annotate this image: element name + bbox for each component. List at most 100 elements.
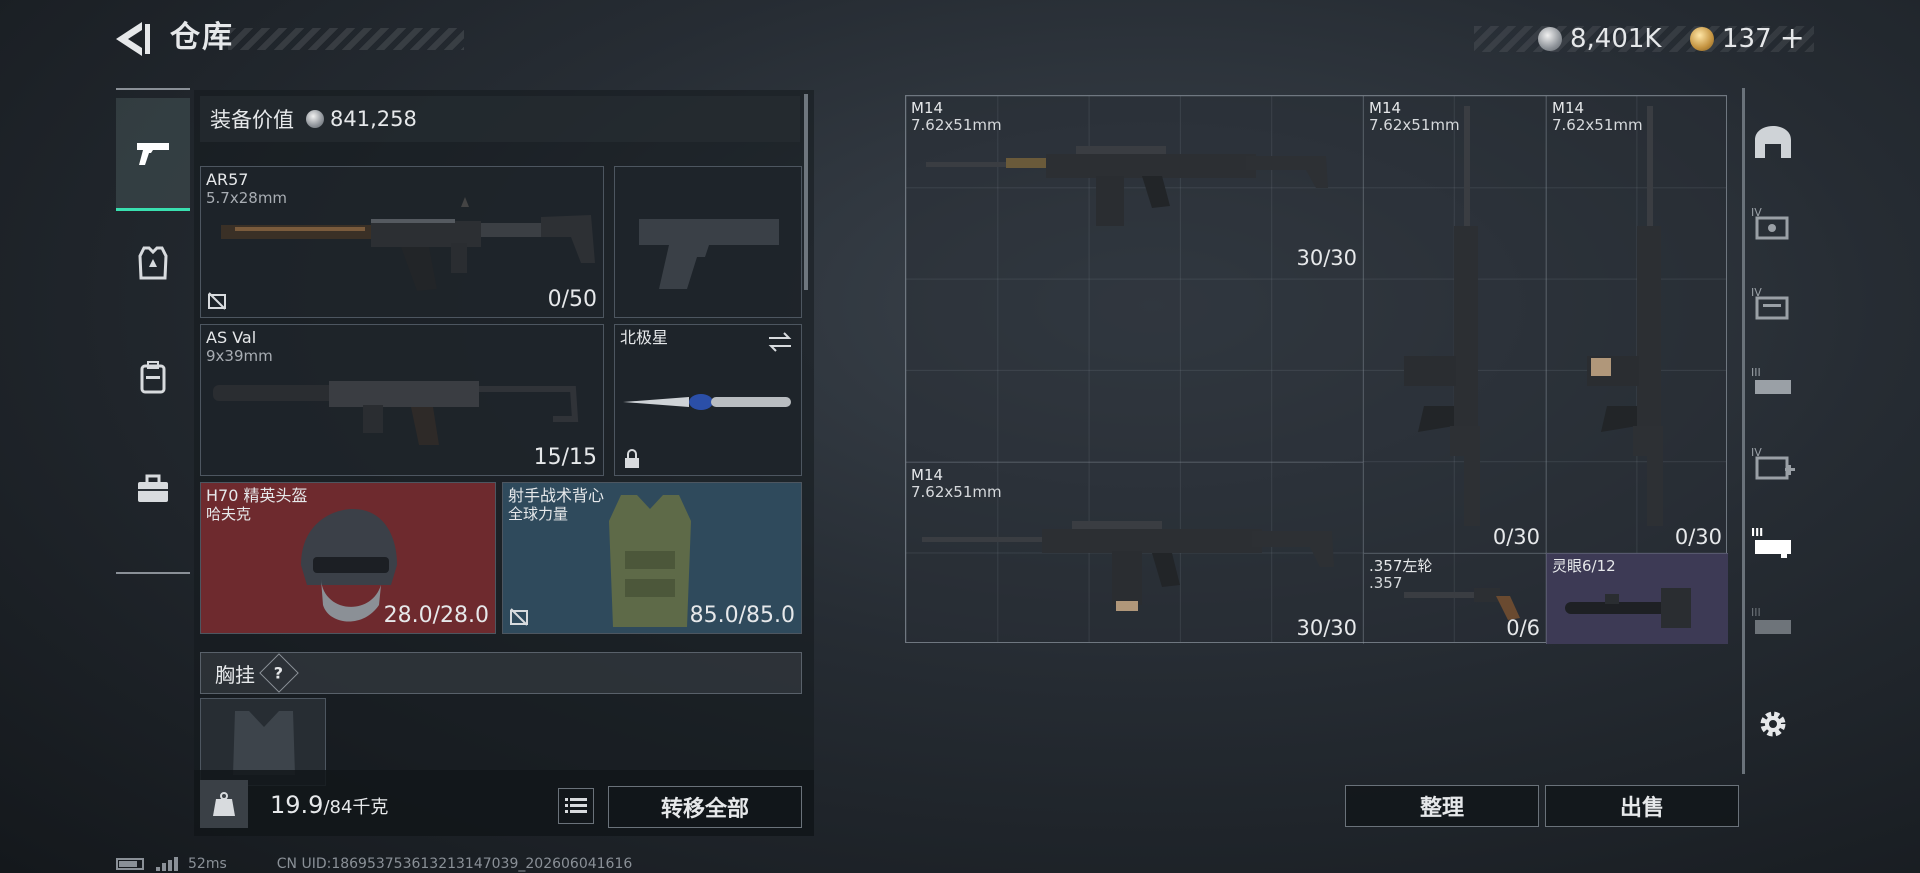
add-currency-button[interactable]: +	[1780, 24, 1805, 54]
storage-item-scope[interactable]: 灵眼6/12	[1546, 553, 1728, 644]
lock-icon	[625, 449, 639, 468]
back-button[interactable]	[112, 18, 154, 60]
pistol-slot[interactable]	[614, 166, 802, 318]
item-ammo: 30/30	[1296, 616, 1357, 640]
weapon-ammo: 15/15	[533, 445, 597, 470]
item-ammo: 30/30	[1296, 246, 1357, 270]
svg-text:III: III	[1751, 366, 1761, 379]
chest-rig-header: 胸挂 ?	[200, 652, 802, 694]
knife-icon	[623, 394, 791, 410]
page-title: 仓库	[170, 20, 234, 55]
equipment-value-label: 装备价值	[210, 108, 294, 132]
weapon-name: AS Val	[206, 328, 257, 347]
armor-brand: 全球力量	[508, 505, 569, 523]
helmet-name: H70 精英头盔	[206, 486, 308, 505]
sell-button[interactable]: 出售	[1545, 785, 1739, 827]
help-icon: ?	[274, 663, 284, 683]
tab-ext-iv-3[interactable]: IV	[1742, 426, 1804, 498]
help-button[interactable]: ?	[259, 653, 299, 693]
tab-stash[interactable]	[1742, 106, 1804, 178]
storage-grid: M14 7.62x51mm 30/30 M14 7.62x51mm 30/30	[905, 95, 1728, 644]
equipment-value: 841,258	[330, 107, 417, 131]
item-name: .357左轮	[1369, 557, 1433, 575]
loadout-category-nav	[116, 88, 190, 574]
ar57-rifle-icon	[221, 197, 595, 291]
storage-tier-iv-icon: IV	[1751, 286, 1789, 320]
vest-icon	[138, 246, 168, 280]
uid-text: CN UID:1869537536132131470​39_2026060416…	[276, 856, 633, 872]
currency-premium: 137 +	[1690, 24, 1805, 54]
vest-icon	[609, 495, 691, 627]
list-icon	[565, 798, 587, 813]
item-ammo: 0/30	[1674, 525, 1722, 549]
secondary-weapon-slot[interactable]: AS Val 9x39mm 15/15	[200, 324, 604, 476]
armor-durability: 85.0/85.0	[689, 603, 795, 628]
battery-icon	[116, 858, 144, 870]
loadout-panel: 装备价值 841,258 AR57 5.7x28mm 0/50 AS Val 9…	[194, 90, 814, 836]
gold-coin-icon	[1690, 27, 1714, 51]
briefcase-icon	[138, 474, 168, 502]
list-view-button[interactable]	[558, 788, 594, 824]
pistol-icon	[137, 143, 169, 165]
nav-case[interactable]	[116, 434, 190, 544]
m14-rifle-icon	[922, 521, 1334, 611]
status-bar: 52ms CN UID:1869537536132131470​39_20260…	[116, 856, 632, 872]
item-name: M14	[911, 466, 944, 484]
storage-item-m14[interactable]: M14 7.62x51mm 0/30	[1363, 96, 1546, 553]
m14-rifle-icon	[1587, 106, 1663, 526]
melee-name: 北极星	[620, 328, 669, 347]
equipment-value-bar: 装备价值 841,258	[200, 96, 800, 142]
weapon-case-icon: III	[1751, 526, 1791, 558]
weight-max: /84千克	[323, 797, 389, 818]
ping-value: 52ms	[188, 856, 227, 872]
nav-backpack[interactable]	[116, 322, 190, 432]
item-caliber: .357	[1369, 574, 1403, 592]
tab-ext-iii-2[interactable]: III	[1742, 586, 1804, 658]
swap-icon[interactable]	[767, 331, 793, 353]
nav-weapons[interactable]	[116, 98, 190, 211]
tab-ext-iv-1[interactable]: IV	[1742, 186, 1804, 258]
loadout-scrollbar[interactable]	[804, 94, 808, 290]
storage-tier-iii-icon: III	[1751, 366, 1791, 394]
storage-item-m14[interactable]: M14 7.62x51mm 0/30	[1546, 96, 1728, 553]
storage-item-revolver[interactable]: .357左轮 .357 0/6	[1363, 553, 1546, 644]
silver-coin-icon	[306, 110, 324, 128]
currency-premium-value: 137	[1722, 24, 1772, 54]
weight-icon-box	[200, 780, 248, 828]
back-arrow-icon	[116, 22, 150, 56]
weight-icon	[213, 792, 235, 816]
svg-text:III: III	[1751, 606, 1761, 619]
sort-button[interactable]: 整理	[1345, 785, 1539, 827]
helmet-slot[interactable]: H70 精英头盔 哈夫克 28.0/28.0	[200, 482, 496, 634]
item-name: 灵眼6/12	[1552, 557, 1616, 575]
svg-text:III: III	[1751, 526, 1763, 539]
currency-main: 8,401K	[1538, 24, 1661, 54]
helmet-durability: 28.0/28.0	[383, 603, 489, 628]
gear-icon	[1760, 711, 1786, 737]
settings-button[interactable]	[1742, 688, 1804, 760]
storage-item-m14[interactable]: M14 7.62x51mm 30/30	[906, 462, 1363, 644]
storage-item-m14[interactable]: M14 7.62x51mm 30/30	[906, 96, 1363, 462]
item-name: M14	[911, 99, 944, 117]
scope-icon	[1565, 588, 1691, 628]
backpack-icon	[140, 361, 166, 394]
storage-tab-nav: IV IV III IV III III	[1742, 88, 1804, 778]
transfer-all-button[interactable]: 转移全部	[608, 786, 802, 828]
nav-armor[interactable]	[116, 208, 190, 318]
shelter-icon	[1755, 126, 1791, 158]
no-insure-icon	[208, 292, 226, 310]
melee-slot[interactable]: 北极星	[614, 324, 802, 476]
storage-tier-iii-icon: III	[1751, 606, 1791, 634]
currency-main-value: 8,401K	[1570, 24, 1662, 54]
armor-name: 射手战术背心	[508, 486, 605, 505]
weapon-name: AR57	[206, 170, 249, 189]
m14-rifle-icon	[926, 146, 1328, 226]
medical-case-icon: IV	[1751, 446, 1795, 480]
weight-current: 19.9	[270, 791, 324, 819]
tab-ext-iii-1[interactable]: III	[1742, 346, 1804, 418]
weight-readout: 19.9/84千克	[270, 790, 388, 823]
tab-ext-iv-2[interactable]: IV	[1742, 266, 1804, 338]
tab-ext-iii-active[interactable]: III	[1742, 506, 1804, 578]
primary-weapon-slot[interactable]: AR57 5.7x28mm 0/50	[200, 166, 604, 318]
armor-slot[interactable]: 射手战术背心 全球力量 85.0/85.0	[502, 482, 802, 634]
